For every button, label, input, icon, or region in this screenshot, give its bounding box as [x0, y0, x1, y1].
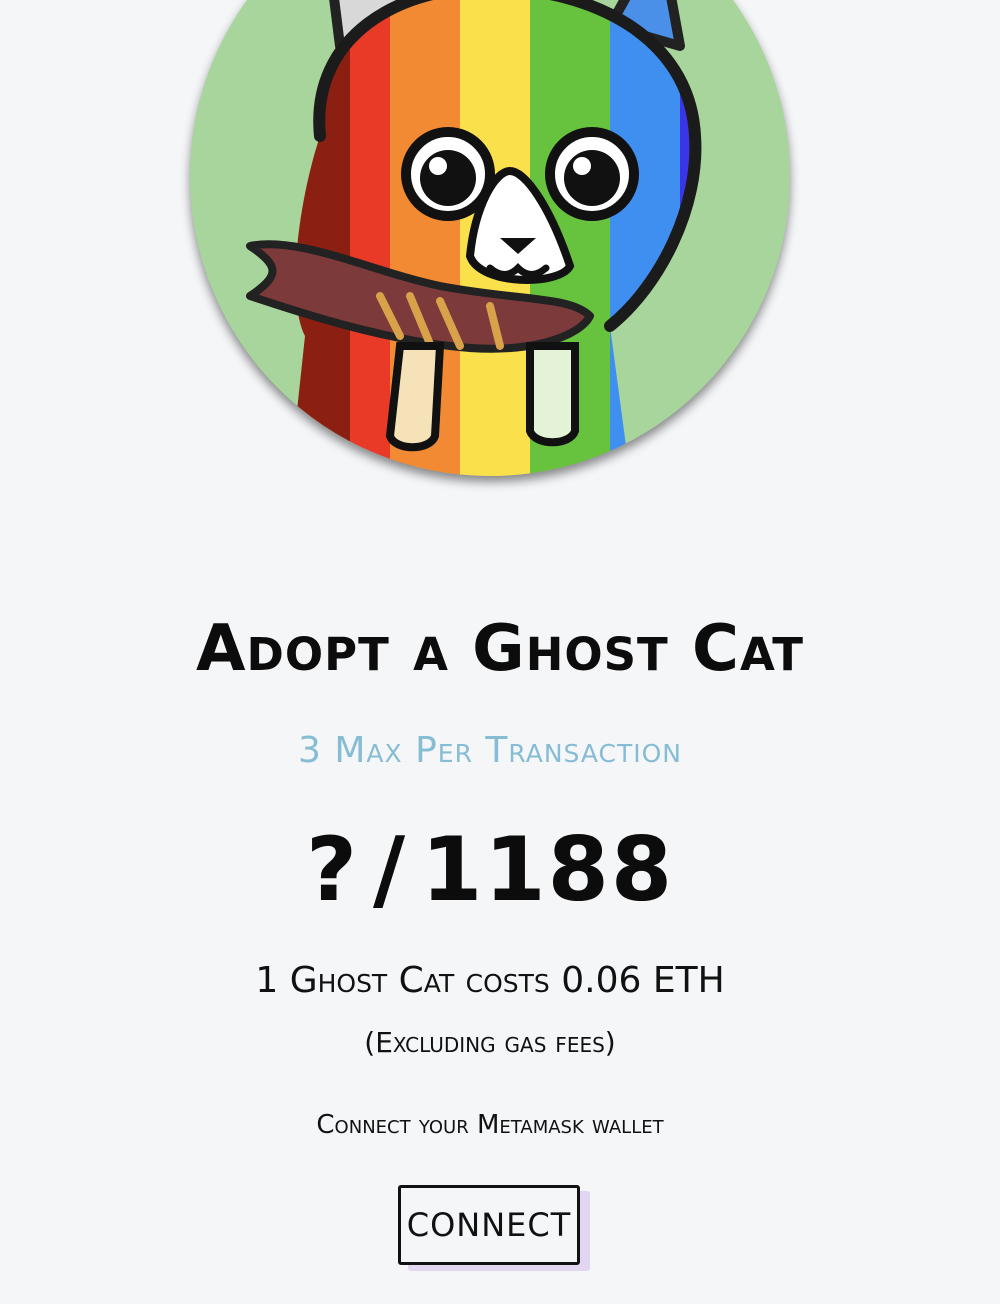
- connect-button[interactable]: CONNECT: [398, 1185, 580, 1265]
- page-title: Adopt a Ghost Cat: [195, 612, 805, 686]
- ghost-cat-illustration: [246, 0, 702, 476]
- minted-count: ?: [305, 818, 359, 921]
- gas-fee-note: (Excluding gas fees): [364, 1026, 616, 1059]
- price-text: 1 Ghost Cat costs 0.06 ETH: [255, 960, 725, 1001]
- total-supply: 1188: [421, 818, 675, 921]
- max-per-transaction-label: 3 Max Per Transaction: [297, 730, 683, 771]
- connect-wallet-prompt: Connect your Metamask wallet: [316, 1110, 664, 1140]
- supply-counter: ?/1188: [0, 818, 980, 921]
- ghost-cat-image: [190, 0, 790, 476]
- supply-separator: /: [372, 818, 408, 921]
